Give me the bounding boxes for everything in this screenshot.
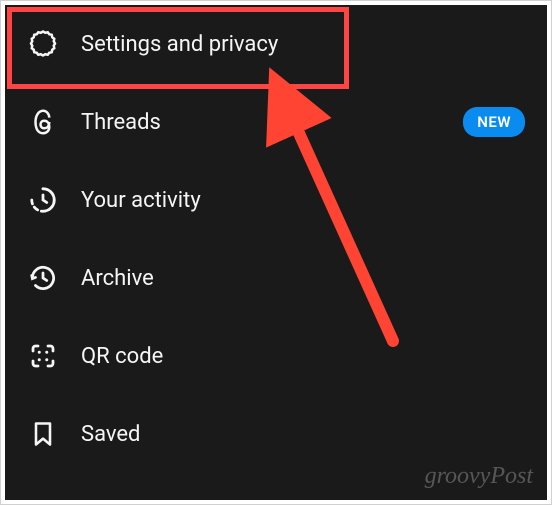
history-icon <box>27 262 59 294</box>
clock-dashed-icon <box>27 184 59 216</box>
gear-icon <box>27 28 59 60</box>
menu-item-your-activity[interactable]: Your activity <box>5 161 547 239</box>
menu-item-archive[interactable]: Archive <box>5 239 547 317</box>
menu-item-label: Your activity <box>81 188 525 213</box>
menu-item-label: Settings and privacy <box>81 32 525 57</box>
menu-item-label: Archive <box>81 266 525 291</box>
new-badge: NEW <box>463 107 525 137</box>
menu-panel: Settings and privacy Threads NEW Your ac… <box>5 5 547 500</box>
menu-item-settings-privacy[interactable]: Settings and privacy <box>5 5 547 83</box>
menu-item-saved[interactable]: Saved <box>5 395 547 473</box>
at-icon <box>27 106 59 138</box>
menu-item-label: QR code <box>81 344 525 369</box>
bookmark-icon <box>27 418 59 450</box>
menu-item-qr-code[interactable]: QR code <box>5 317 547 395</box>
menu-item-label: Saved <box>81 422 525 447</box>
menu-item-label: Threads <box>81 110 463 135</box>
menu-item-threads[interactable]: Threads NEW <box>5 83 547 161</box>
qr-icon <box>27 340 59 372</box>
